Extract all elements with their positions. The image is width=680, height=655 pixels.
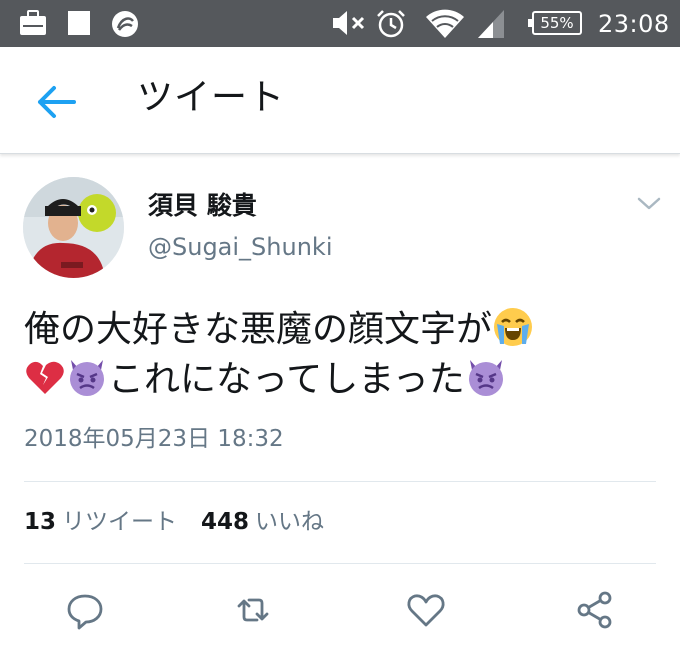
loudly-crying-face-icon bbox=[494, 308, 533, 346]
tweet-text-line-2: これになってしまった bbox=[24, 355, 664, 405]
alarm-icon bbox=[377, 10, 405, 38]
app-icon bbox=[112, 11, 138, 37]
reply-icon[interactable] bbox=[65, 590, 105, 630]
retweets-count: 13 bbox=[24, 509, 57, 535]
chevron-down-icon[interactable] bbox=[636, 195, 662, 213]
battery-level: 55% bbox=[540, 14, 574, 32]
page-title: ツイート bbox=[137, 77, 286, 118]
likes-label: いいね bbox=[255, 509, 325, 535]
mute-icon bbox=[333, 11, 365, 35]
user-handle[interactable]: @Sugai_Shunki bbox=[148, 231, 333, 263]
avatar[interactable] bbox=[23, 177, 124, 278]
angry-devil-icon bbox=[468, 360, 503, 396]
tweet-timestamp: 2018年05月23日 18:32 bbox=[24, 426, 284, 452]
tweet-text-part-1: 俺の大好きな悪魔の顔文字が bbox=[24, 309, 493, 350]
status-clock: 23:08 bbox=[598, 10, 670, 38]
like-icon[interactable] bbox=[406, 590, 446, 630]
app-bar: ツイート bbox=[0, 47, 680, 154]
wifi-icon bbox=[426, 9, 464, 38]
tweet-stats: 13 リツイート 448 いいね bbox=[24, 505, 324, 539]
retweet-icon[interactable] bbox=[233, 590, 273, 630]
tweet-text-part-2: これになってしまった bbox=[108, 359, 465, 400]
retweets-label: リツイート bbox=[62, 509, 178, 535]
tweet-text-line-1: 俺の大好きな悪魔の顔文字が bbox=[24, 305, 664, 355]
tweet-text: 俺の大好きな悪魔の顔文字が これになってしまった bbox=[24, 305, 664, 405]
display-name[interactable]: 須貝 駿貴 bbox=[148, 190, 257, 222]
arrow-left-icon[interactable] bbox=[34, 84, 78, 120]
retweets-stat[interactable]: 13 リツイート bbox=[24, 509, 177, 535]
avatar-photo bbox=[23, 177, 124, 278]
broken-heart-icon bbox=[26, 361, 64, 394]
square-icon bbox=[68, 11, 90, 35]
signal-icon bbox=[478, 10, 504, 38]
work-icon bbox=[20, 10, 46, 35]
likes-count: 448 bbox=[201, 509, 250, 535]
share-icon[interactable] bbox=[575, 590, 615, 630]
status-bar: 55% 23:08 bbox=[0, 0, 680, 47]
divider bbox=[24, 481, 656, 482]
divider bbox=[24, 563, 656, 564]
likes-stat[interactable]: 448 いいね bbox=[201, 509, 324, 535]
battery-icon: 55% bbox=[528, 11, 582, 35]
angry-devil-icon bbox=[70, 360, 104, 396]
